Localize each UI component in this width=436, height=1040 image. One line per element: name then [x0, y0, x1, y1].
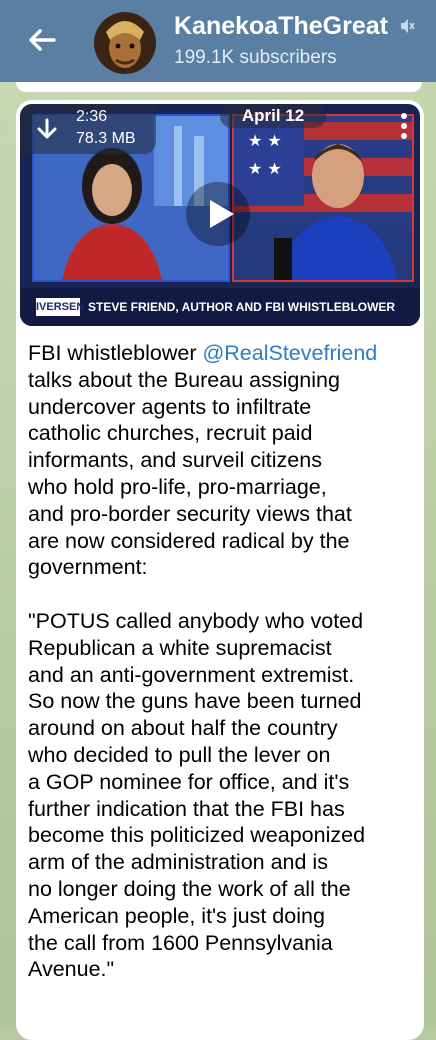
speaker-muted-icon — [399, 17, 415, 35]
download-arrow-icon[interactable] — [36, 118, 58, 140]
video-right-panel: ★ ★ ★ ★ — [232, 114, 414, 282]
channel-title[interactable]: KanekoaTheGreat — [174, 12, 388, 41]
play-button[interactable] — [186, 182, 250, 246]
subscriber-count: 199.1K subscribers — [174, 47, 337, 68]
back-arrow-icon[interactable] — [26, 24, 58, 56]
channel-header: KanekoaTheGreat 199.1K subscribers — [0, 0, 436, 82]
svg-text:★ ★: ★ ★ — [248, 159, 282, 178]
video-lower-third: IVERSEN STEVE FRIEND, AUTHOR AND FBI WHI… — [20, 288, 420, 326]
video-duration: 2:36 — [76, 108, 108, 125]
download-pill[interactable]: 2:36 78.3 MB — [20, 104, 156, 154]
svg-text:★ ★: ★ ★ — [248, 131, 282, 150]
video-file-size: 78.3 MB — [76, 130, 136, 147]
show-logo: IVERSEN — [36, 298, 84, 316]
message-text: FBI whistleblower @RealStevefriend talks… — [28, 340, 418, 983]
more-options-icon[interactable] — [400, 112, 408, 140]
video-attachment[interactable]: ★ ★ ★ ★ IVERSEN STEVE FRIEND, AUTHOR AND… — [20, 104, 420, 326]
message-intro: FBI whistleblower — [28, 341, 203, 365]
mention-link[interactable]: @RealStevefriend — [202, 341, 377, 365]
date-badge: April 12 — [220, 104, 326, 128]
previous-message-bubble — [16, 82, 422, 92]
message-body: talks about the Bureau assigning underco… — [28, 367, 366, 982]
channel-avatar[interactable] — [94, 12, 156, 74]
video-caption: STEVE FRIEND, AUTHOR AND FBI WHISTLEBLOW… — [88, 300, 396, 314]
